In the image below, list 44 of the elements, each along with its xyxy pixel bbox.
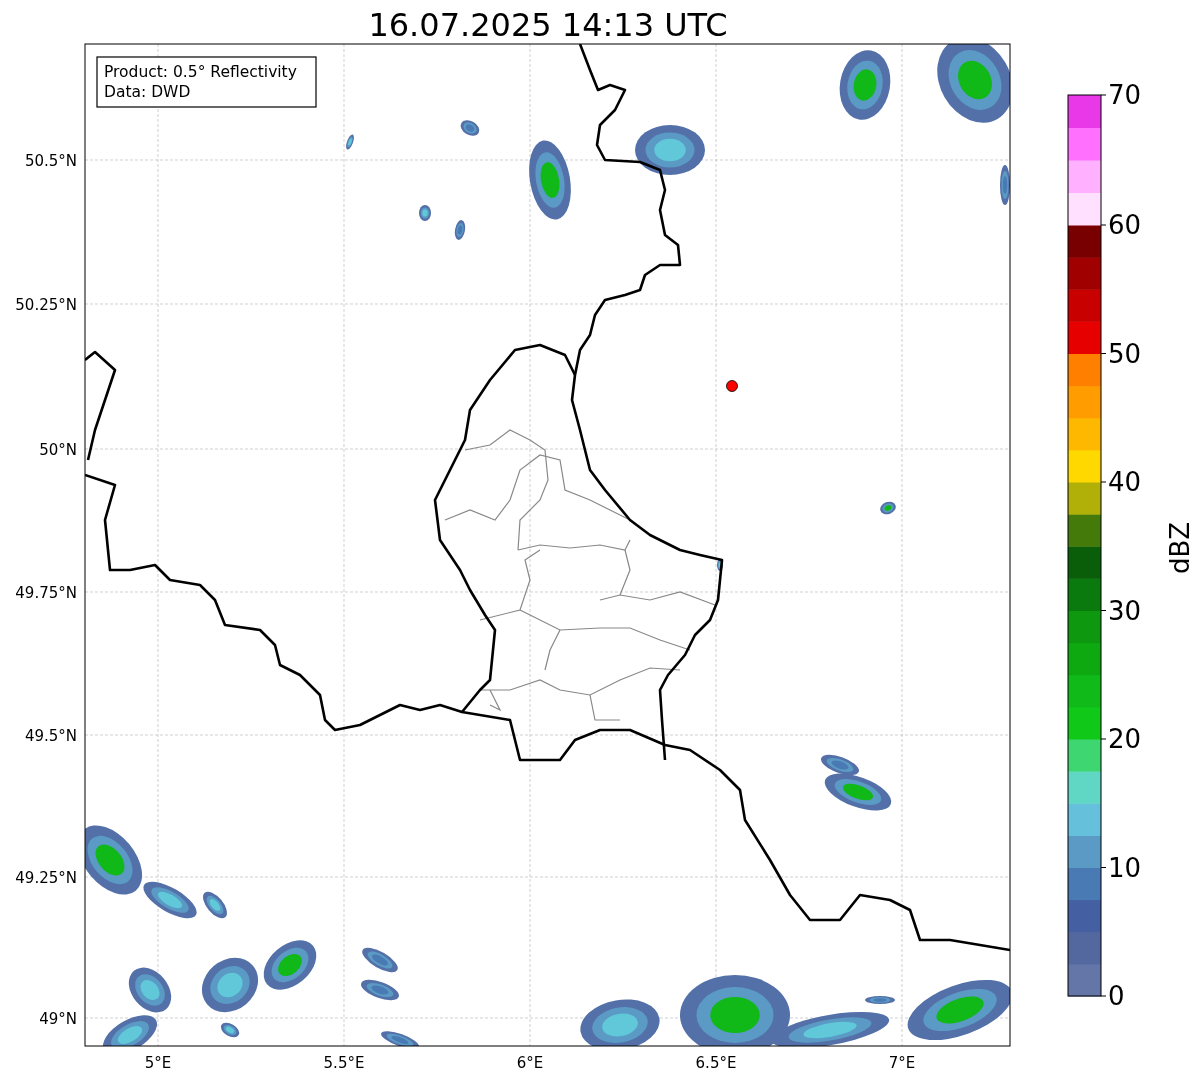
radar-echo: [880, 501, 896, 515]
longitude-label: 5°E: [144, 1054, 172, 1072]
radar-echo: [202, 957, 258, 1013]
latitude-label: 49.25°N: [15, 869, 77, 887]
radar-echo: [1000, 165, 1010, 205]
radar-echo: [263, 940, 317, 990]
radar-echo: [346, 134, 354, 150]
colorbar-label: dBZ: [1165, 521, 1195, 575]
longitude-label: 6.5°E: [695, 1054, 737, 1072]
colorbar-tick-label: 50: [1108, 338, 1142, 369]
info-text: Data: DWD: [104, 83, 191, 101]
latitude-label: 49.5°N: [24, 727, 77, 745]
colorbar-tick-label: 20: [1108, 724, 1142, 754]
longitude-label: 5.5°E: [323, 1054, 365, 1072]
radar-echo: [128, 967, 172, 1013]
radar-echo: [419, 205, 431, 221]
longitude-label: 7°E: [888, 1054, 916, 1072]
colorbar-tick-label: 70: [1108, 80, 1142, 110]
latitude-label: 50°N: [39, 441, 77, 459]
latitude-label: 50.5°N: [24, 152, 77, 170]
radar-echo: [102, 1015, 158, 1046]
radar-echo: [865, 996, 895, 1004]
radar-echo: [203, 891, 227, 919]
colorbar-tick-label: 40: [1108, 467, 1142, 497]
radar-echo: [361, 979, 399, 1001]
radar-echo: [381, 1031, 419, 1046]
location-marker: [726, 380, 738, 392]
colorbar-tick-label: 60: [1108, 210, 1142, 240]
colorbar-tick-label: 10: [1108, 852, 1142, 883]
radar-echo: [460, 120, 480, 136]
latitude-label: 49.75°N: [15, 584, 77, 602]
radar-echo: [839, 50, 891, 120]
latitude-label: 50.25°N: [15, 296, 77, 314]
radar-echo: [454, 220, 466, 240]
radar-echo: [635, 125, 705, 175]
map-title: 16.07.2025 14:13 UTC: [368, 6, 728, 44]
info-text: Product: 0.5° Reflectivity: [104, 63, 297, 81]
latitude-label: 49°N: [39, 1010, 77, 1028]
radar-echo: [220, 1022, 240, 1038]
radar-echo: [717, 559, 723, 571]
longitude-label: 6°E: [516, 1054, 544, 1072]
colorbar-tick-label: 30: [1108, 595, 1142, 626]
colorbar-tick-label: 0: [1108, 981, 1125, 1011]
radar-echo: [362, 947, 398, 973]
